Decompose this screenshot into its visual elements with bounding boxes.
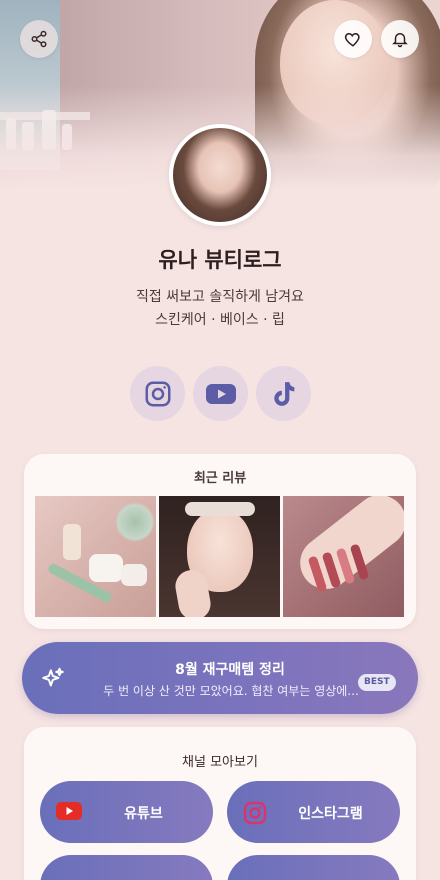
profile-name: 유나 뷰티로그 — [158, 248, 282, 272]
channel-button[interactable] — [40, 855, 213, 880]
share-icon — [31, 30, 47, 48]
profile-tags: 스킨케어 · 베이스 · 립 — [155, 312, 285, 328]
notification-button[interactable] — [381, 20, 419, 58]
banner-title: 8월 재구매템 정리 — [175, 662, 285, 678]
recent-reviews-title: 최근 리뷰 — [193, 471, 247, 486]
youtube-channel-label: 유튜브 — [124, 806, 163, 822]
review-thumbnail[interactable] — [159, 496, 280, 617]
tiktok-icon — [273, 381, 294, 406]
channels-card: 채널 모아보기 유튜브 인스타그램 — [24, 727, 416, 880]
recent-reviews-card: 최근 리뷰 — [24, 454, 416, 629]
page: 유나 뷰티로그 직접 써보고 솔직하게 남겨요 스킨케어 · 베이스 · 립 최… — [0, 0, 440, 880]
instagram-icon — [145, 381, 170, 406]
tiktok-link[interactable] — [256, 366, 311, 421]
channels-title: 채널 모아보기 — [182, 755, 258, 770]
best-badge: BEST — [358, 674, 396, 691]
instagram-icon — [243, 801, 267, 825]
youtube-channel-button[interactable]: 유튜브 — [40, 781, 213, 843]
youtube-link[interactable] — [193, 366, 248, 421]
instagram-channel-label: 인스타그램 — [298, 806, 363, 822]
like-button[interactable] — [334, 20, 372, 58]
featured-post-banner[interactable]: 8월 재구매템 정리 두 번 이상 산 것만 모았어요. 협찬 여부는 영상에.… — [22, 642, 418, 714]
banner-subtitle: 두 번 이상 산 것만 모았어요. 협찬 여부는 영상에... — [103, 684, 359, 698]
youtube-icon — [205, 383, 236, 404]
instagram-link[interactable] — [130, 366, 185, 421]
instagram-channel-button[interactable]: 인스타그램 — [227, 781, 400, 843]
channel-button[interactable] — [227, 855, 400, 880]
avatar — [169, 124, 271, 226]
heart-icon — [344, 32, 360, 47]
profile-bio: 직접 써보고 솔직하게 남겨요 — [136, 289, 304, 305]
share-button[interactable] — [20, 20, 58, 58]
youtube-icon — [56, 802, 82, 820]
review-thumbnail[interactable] — [283, 496, 404, 617]
bell-icon — [392, 33, 408, 48]
sparkle-icon — [42, 667, 64, 687]
social-links — [130, 366, 311, 421]
review-thumbnail[interactable] — [35, 496, 156, 617]
